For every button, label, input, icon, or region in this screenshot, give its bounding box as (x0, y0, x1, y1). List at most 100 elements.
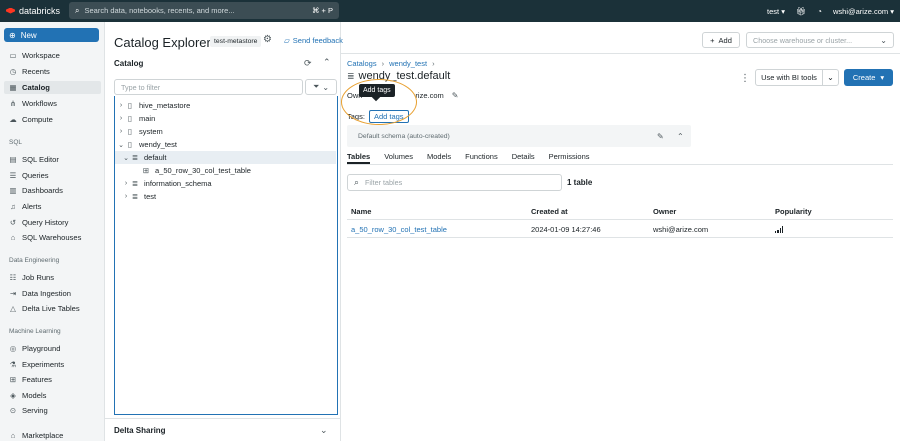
nav-compute[interactable]: ☁ Compute (4, 113, 101, 126)
flask-icon: ⚗ (9, 360, 17, 369)
pencil-icon[interactable]: ✎ (657, 132, 664, 141)
nav-experiments[interactable]: ⚗ Experiments (4, 358, 101, 371)
warehouse-selector[interactable]: Choose warehouse or cluster... ⌄ (746, 32, 894, 48)
tab-functions[interactable]: Functions (465, 152, 498, 164)
filter-tables-input[interactable]: ⌕ Filter tables (347, 174, 562, 191)
cloud-icon: ☁ (9, 115, 17, 124)
nav-workflows[interactable]: ⋔ Workflows (4, 97, 101, 110)
help-icon[interactable]: ◔ (817, 7, 822, 16)
user-menu[interactable]: wshi@arize.com ▾ (833, 7, 894, 16)
nav-workspace[interactable]: ▭ Workspace (4, 49, 101, 62)
tab-details[interactable]: Details (512, 152, 535, 164)
ingestion-icon: ⇥ (9, 289, 17, 298)
tree-item-information-schema[interactable]: › ≣ information_schema (115, 177, 336, 190)
nav-catalog[interactable]: ▦ Catalog (4, 81, 101, 94)
chevron-down-icon: ⌄ (320, 424, 328, 435)
table-count: 1 table (567, 178, 593, 187)
tab-models[interactable]: Models (427, 152, 451, 164)
dashboard-icon: ▥ (9, 186, 17, 195)
nav-job-runs[interactable]: ☷ Job Runs (4, 271, 101, 284)
catalog-icon: ▯ (127, 140, 133, 149)
history-icon: ↺ (9, 218, 17, 227)
models-icon: ◈ (10, 391, 16, 400)
nav-sql-editor[interactable]: ▤ SQL Editor (4, 153, 101, 166)
table-row: a_50_row_30_col_test_table 2024-01-09 14… (347, 220, 893, 238)
nav-serving[interactable]: ⊙ Serving (4, 404, 101, 417)
nav-delta-live-tables[interactable]: △ Delta Live Tables (4, 302, 101, 315)
catalog-heading: Catalog (114, 59, 144, 68)
features-icon: ⊞ (9, 375, 17, 384)
nav-alerts[interactable]: ♫ Alerts (4, 200, 101, 213)
send-feedback-link[interactable]: ▱ Send feedback (284, 36, 343, 45)
page-title: Catalog Explorer (114, 35, 211, 50)
databricks-logo[interactable]: databricks (0, 6, 68, 16)
nav-features[interactable]: ⊞ Features (4, 373, 101, 386)
nav-dashboards[interactable]: ▥ Dashboards (4, 184, 101, 197)
filter-icon: ⏷ (312, 82, 320, 91)
search-icon: ⌕ (75, 5, 80, 15)
chevron-up-icon[interactable]: ⌃ (677, 132, 684, 141)
tab-tables[interactable]: Tables (347, 152, 371, 164)
nav-query-history[interactable]: ↺ Query History (4, 216, 101, 229)
filter-dropdown-button[interactable]: ⏷ ⌄ (305, 79, 337, 95)
tree-item-system[interactable]: › ▯ system (115, 125, 336, 138)
database-icon: ≣ (131, 192, 139, 201)
gift-icon[interactable]: 🎁︎ (796, 7, 806, 16)
created-at-value: 2024-01-09 14:27:46 (531, 225, 601, 234)
schema-detail: ▱ Send feedback + Add Choose warehouse o… (284, 22, 900, 441)
column-popularity: Popularity (775, 207, 812, 216)
refresh-icon[interactable]: ⟳ (304, 58, 312, 69)
breadcrumb-catalogs[interactable]: Catalogs (347, 59, 377, 68)
nav-recents[interactable]: ◷ Recents (4, 65, 101, 78)
divider (341, 53, 900, 54)
section-machine-learning: Machine Learning (9, 328, 61, 335)
global-search-input[interactable]: ⌕ Search data, notebooks, recents, and m… (69, 2, 339, 19)
workspace-switcher[interactable]: test ▾ (767, 7, 785, 16)
tab-volumes[interactable]: Volumes (384, 152, 413, 164)
chevron-down-icon: ⌄ (822, 70, 838, 85)
table-link[interactable]: a_50_row_30_col_test_table (351, 225, 447, 234)
tree-item-wendy-test[interactable]: ⌄ ▯ wendy_test (115, 138, 336, 151)
tab-permissions[interactable]: Permissions (549, 152, 590, 164)
chevron-down-icon: ▾ (880, 73, 885, 82)
nav-sql-warehouses[interactable]: ⌂ SQL Warehouses (4, 231, 101, 244)
kebab-menu-icon[interactable]: ⋮ (740, 73, 750, 84)
metastore-badge: test-metastore (210, 36, 262, 47)
collapse-icon[interactable]: ⌃ (323, 57, 331, 68)
tree-item-main[interactable]: › ▯ main (115, 112, 336, 125)
chevron-right-icon: › (119, 115, 123, 122)
catalog-icon: ▦ (9, 83, 17, 92)
table-icon: ⊞ (142, 166, 150, 175)
nav-models[interactable]: ◈ Models (4, 389, 101, 402)
nav-marketplace[interactable]: ⌂ Marketplace (4, 429, 101, 441)
popularity-bars-icon (775, 226, 784, 233)
chevron-right-icon: › (381, 59, 385, 68)
nav-data-ingestion[interactable]: ⇥ Data Ingestion (4, 287, 101, 300)
schema-tabs: Tables Volumes Models Functions Details … (347, 152, 893, 165)
database-icon: ≣ (131, 179, 139, 188)
tree-item-hive-metastore[interactable]: › ▯ hive_metastore (115, 99, 336, 112)
nav-queries[interactable]: ☰ Queries (4, 169, 101, 182)
bell-icon: ♫ (10, 202, 16, 211)
section-sql: SQL (9, 139, 23, 146)
delta-sharing-section[interactable]: Delta Sharing ⌄ (105, 418, 341, 441)
catalog-filter-input[interactable]: Type to filter (114, 79, 303, 95)
chevron-down-icon: ⌄ (880, 35, 887, 45)
catalog-panel: Catalog Explorer test-metastore ⚙ Catalo… (105, 22, 341, 441)
feedback-icon: ▱ (284, 36, 290, 45)
tree-item-test-table[interactable]: ⊞ a_50_row_30_col_test_table (115, 164, 336, 177)
catalog-icon: ▯ (127, 114, 133, 123)
column-owner: Owner (653, 207, 677, 216)
add-button[interactable]: + Add (702, 32, 740, 48)
nav-playground[interactable]: ◎ Playground (4, 342, 101, 355)
breadcrumb-wendy-test[interactable]: wendy_test (389, 59, 427, 68)
new-button[interactable]: ⊕ New (4, 28, 99, 42)
create-button[interactable]: Create ▾ (844, 69, 893, 86)
chevron-right-icon: › (432, 59, 435, 68)
gear-icon[interactable]: ⚙ (263, 34, 272, 45)
pencil-icon[interactable]: ✎ (452, 91, 459, 100)
tree-item-default[interactable]: ⌄ ≣ default (115, 151, 336, 164)
use-with-bi-tools-button[interactable]: Use with BI tools ⌄ (755, 69, 839, 86)
folder-icon: ▭ (9, 51, 17, 60)
tree-item-test[interactable]: › ≣ test (115, 190, 336, 203)
